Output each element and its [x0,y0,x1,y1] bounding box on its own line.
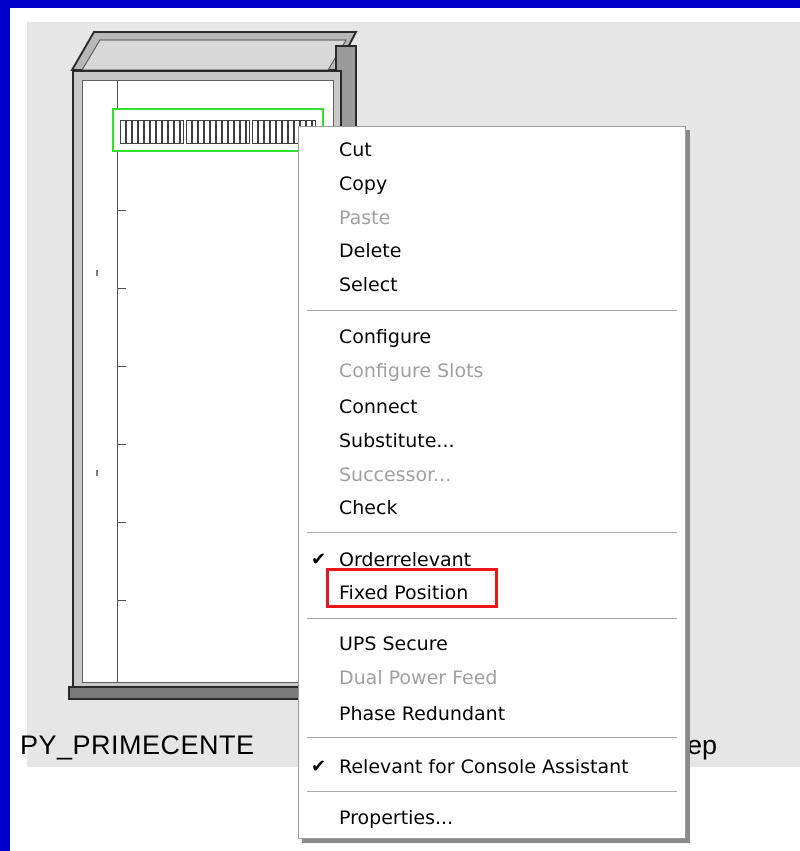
context-menu: Cut Copy Paste Delete Select Configure C… [298,126,686,839]
rack-top-icon [70,31,358,71]
menu-separator [307,737,677,739]
rack-rail [82,80,118,683]
menu-separator [307,791,677,793]
menu-item-relevant-console-assistant[interactable]: Relevant for Console Assistant [339,751,629,783]
menu-item-dual-power-feed: Dual Power Feed [339,667,498,689]
menu-item-check[interactable]: Check [339,492,397,524]
menu-item-substitute[interactable]: Substitute... [339,425,455,457]
rack-tick [118,210,126,211]
rack-tick [118,444,126,445]
checkmark-icon: ✔ [311,549,327,570]
rack-marker [96,470,98,476]
menu-item-connect[interactable]: Connect [339,391,418,423]
menu-item-delete[interactable]: Delete [339,235,401,267]
menu-separator [307,532,677,534]
menu-item-ups-secure[interactable]: UPS Secure [339,628,448,660]
rack-tick [118,366,126,367]
menu-item-successor: Successor... [339,464,452,486]
menu-item-properties[interactable]: Properties... [339,802,453,834]
menu-item-phase-redundant[interactable]: Phase Redundant [339,698,505,730]
menu-separator [307,310,677,312]
highlight-box [326,568,498,608]
rack-tick [118,600,126,601]
menu-item-configure[interactable]: Configure [339,321,431,353]
menu-item-cut[interactable]: Cut [339,134,372,166]
rack-tick [118,288,126,289]
menu-item-copy[interactable]: Copy [339,168,387,200]
checkmark-icon: ✔ [311,756,327,777]
rack-interior [82,80,334,683]
menu-item-configure-slots: Configure Slots [339,360,484,382]
menu-separator [307,618,677,620]
menu-item-paste: Paste [339,207,391,229]
menu-item-select[interactable]: Select [339,269,398,301]
rack-name-label-tail: ep [687,730,718,760]
device-module-icon [186,120,250,144]
selected-device[interactable] [112,108,324,152]
rack-name-label: PY_PRIMECENTE [20,730,255,760]
device-module-icon [120,120,184,144]
rack-marker [96,270,98,276]
rack-tick [118,522,126,523]
